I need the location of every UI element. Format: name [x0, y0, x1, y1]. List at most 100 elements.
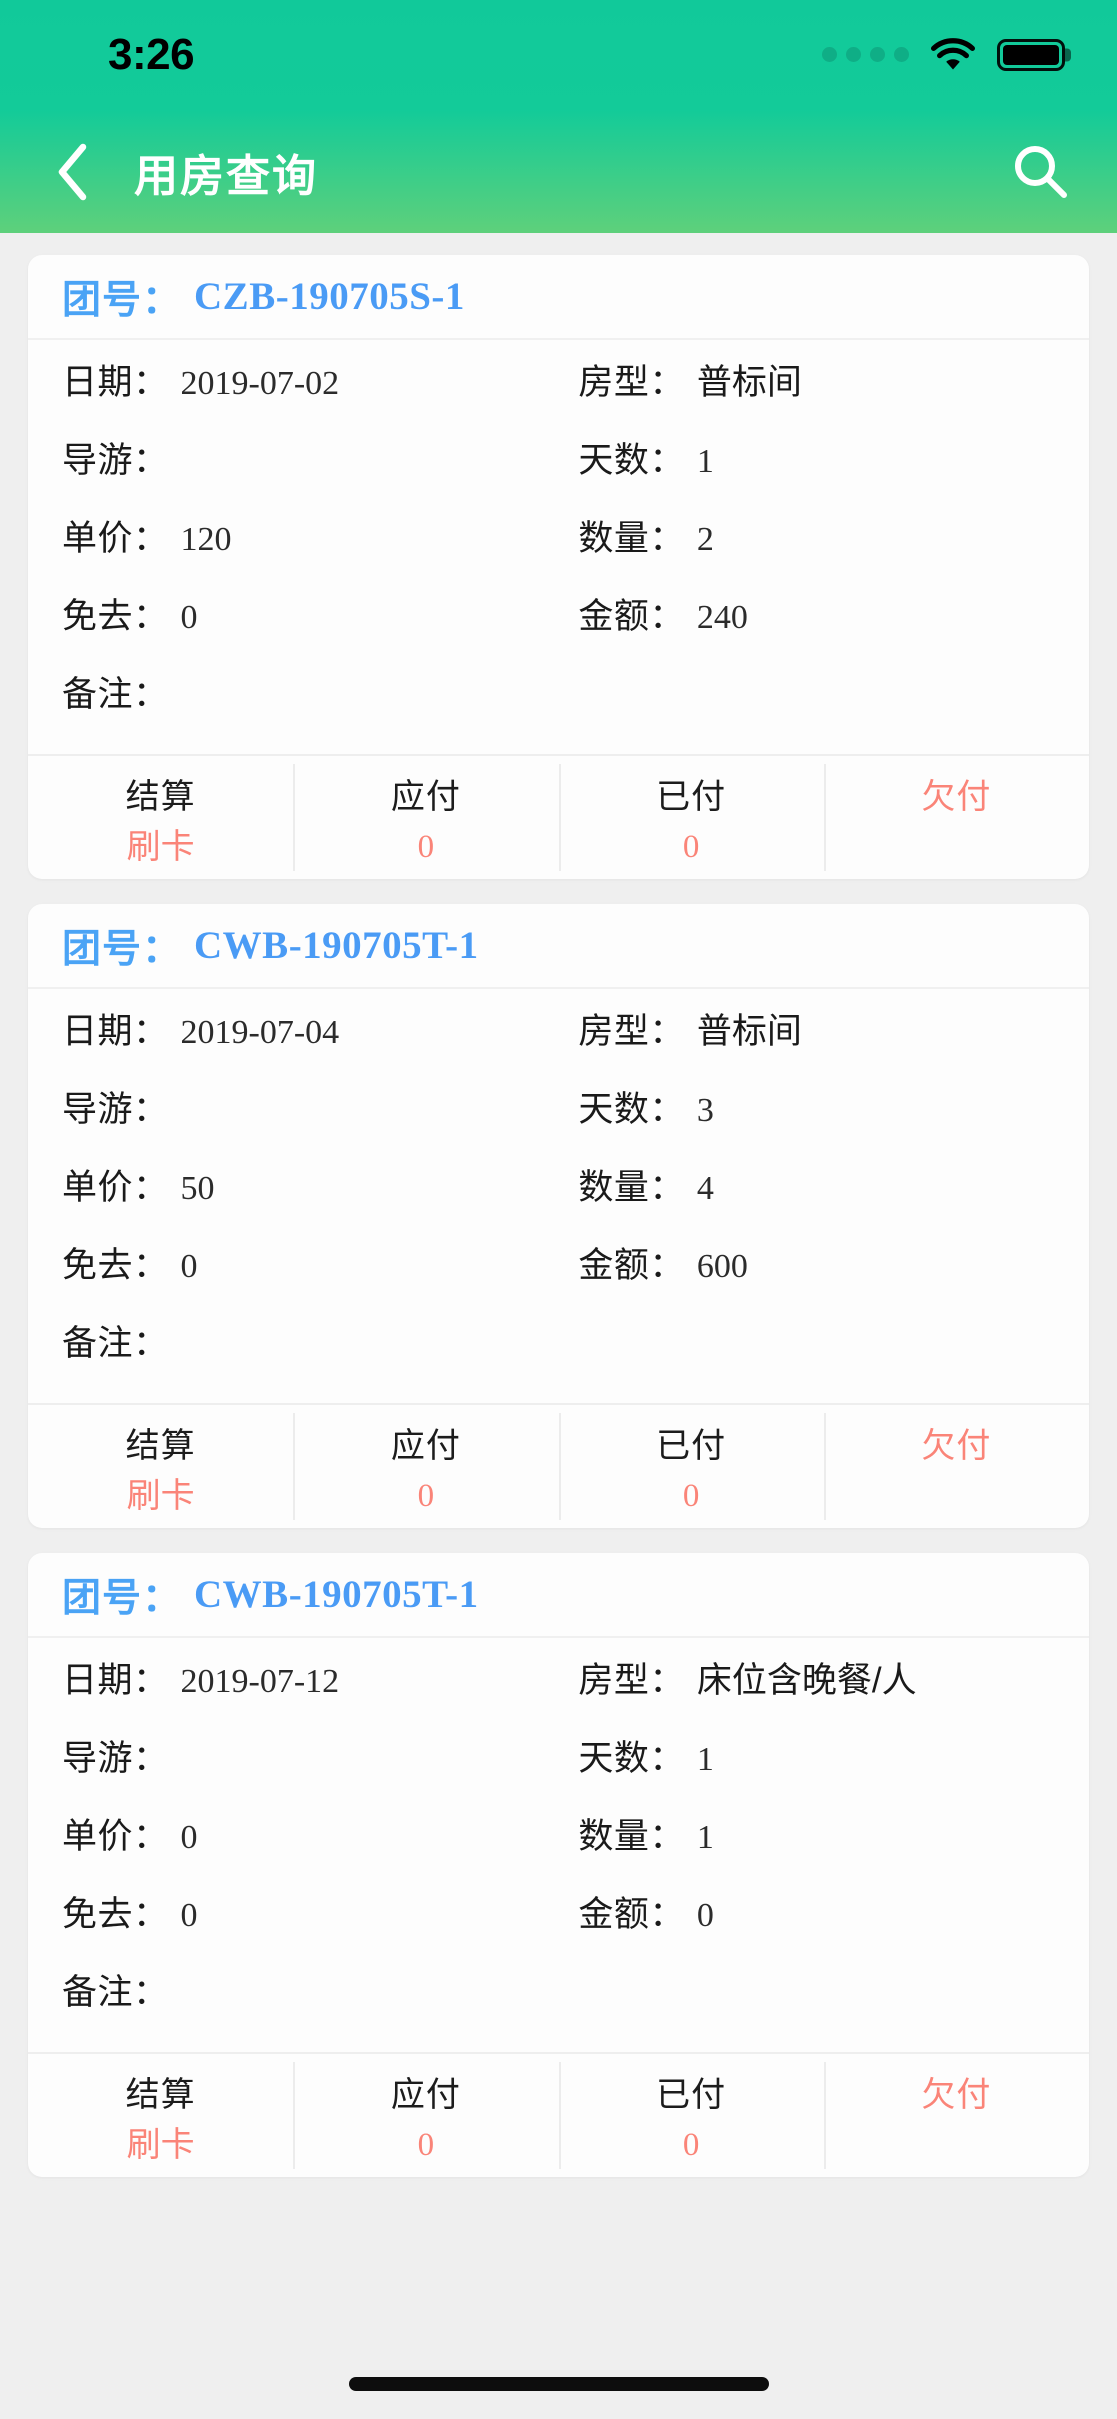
- remark-label: 备注：: [62, 675, 169, 714]
- payment-summary-row: 结算 刷卡 应付 0 已付 0 欠付: [28, 1403, 1089, 1528]
- payment-summary-row: 结算 刷卡 应付 0 已付 0 欠付: [28, 2052, 1089, 2177]
- payable-label: 应付: [390, 2076, 461, 2114]
- room-type-label: 房型：: [578, 1661, 685, 1700]
- search-icon: [1015, 145, 1067, 198]
- room-type-value: 普标间: [696, 363, 802, 402]
- payable-column[interactable]: 应付 0: [293, 1405, 558, 1528]
- room-record-list[interactable]: 团号： CZB-190705S-1 日期： 2019-07-02 房型： 普标间: [0, 233, 1117, 2349]
- quantity-label: 数量：: [578, 1168, 685, 1207]
- payable-column[interactable]: 应付 0: [293, 2054, 558, 2177]
- quantity-value: 2: [696, 521, 714, 558]
- settle-value: 刷卡: [126, 2126, 195, 2164]
- card-body: 日期： 2019-07-02 房型： 普标间 导游： 天数： 1 单价： 120…: [28, 340, 1089, 754]
- days-value: 3: [696, 1092, 714, 1129]
- page-title: 用房查询: [134, 151, 318, 201]
- group-no-label: 团号：: [62, 278, 183, 322]
- unit-price-value: 0: [180, 1819, 198, 1856]
- field-remark: 备注：: [62, 666, 1055, 717]
- room-type-value: 普标间: [696, 1012, 802, 1051]
- unpaid-column[interactable]: 欠付: [823, 2054, 1089, 2177]
- remark-label: 备注：: [62, 1973, 169, 2012]
- date-value: 2019-07-04: [180, 1014, 340, 1051]
- back-button[interactable]: [34, 134, 110, 210]
- field-days: 天数： 3: [578, 1081, 1055, 1132]
- date-label: 日期：: [62, 1661, 169, 1700]
- paid-column[interactable]: 已付 0: [558, 2054, 824, 2177]
- field-row-waived-amount: 免去： 0 金额： 0: [28, 1886, 1089, 1964]
- settle-label: 结算: [125, 778, 196, 816]
- card-header: 团号： CWB-190705T-1: [28, 1553, 1089, 1638]
- unpaid-column[interactable]: 欠付: [823, 756, 1089, 879]
- amount-value: 600: [696, 1248, 748, 1285]
- field-date: 日期： 2019-07-02: [62, 354, 578, 405]
- paid-value: 0: [682, 1478, 700, 1514]
- field-row-remark: 备注：: [28, 666, 1089, 744]
- field-amount: 金额： 600: [578, 1237, 1055, 1288]
- field-room-type: 房型： 床位含晚餐/人: [578, 1652, 1055, 1703]
- home-indicator[interactable]: [348, 2377, 769, 2391]
- payable-label: 应付: [390, 778, 461, 816]
- unit-price-value: 120: [180, 521, 232, 558]
- room-record-card[interactable]: 团号： CZB-190705S-1 日期： 2019-07-02 房型： 普标间: [28, 255, 1089, 879]
- field-remark: 备注：: [62, 1964, 1055, 2015]
- field-guide: 导游：: [62, 1081, 578, 1132]
- chevron-left-icon: [58, 143, 87, 200]
- days-value: 1: [696, 443, 714, 480]
- unpaid-column[interactable]: 欠付: [823, 1405, 1089, 1528]
- days-label: 天数：: [578, 1090, 685, 1129]
- room-record-card[interactable]: 团号： CWB-190705T-1 日期： 2019-07-04 房型： 普标间: [28, 904, 1089, 1528]
- settle-column[interactable]: 结算 刷卡: [28, 1405, 293, 1528]
- unit-price-value: 50: [180, 1170, 215, 1207]
- quantity-label: 数量：: [578, 519, 685, 558]
- field-room-type: 房型： 普标间: [578, 354, 1055, 405]
- group-no-value: CWB-190705T-1: [194, 924, 479, 967]
- unit-price-label: 单价：: [62, 519, 169, 558]
- field-remark: 备注：: [62, 1315, 1055, 1366]
- waived-label: 免去：: [62, 1895, 169, 1934]
- status-bar-icons: [822, 38, 1065, 72]
- field-row-guide-days: 导游： 天数： 1: [28, 1730, 1089, 1808]
- waived-value: 0: [180, 1248, 198, 1285]
- payable-column[interactable]: 应付 0: [293, 756, 558, 879]
- field-row-waived-amount: 免去： 0 金额： 600: [28, 1237, 1089, 1315]
- payable-label: 应付: [390, 1427, 461, 1465]
- battery-full-icon: [997, 39, 1065, 71]
- room-type-value: 床位含晚餐/人: [696, 1661, 917, 1700]
- room-type-label: 房型：: [578, 363, 685, 402]
- room-type-label: 房型：: [578, 1012, 685, 1051]
- date-label: 日期：: [62, 363, 169, 402]
- field-waived: 免去： 0: [62, 1886, 578, 1937]
- payment-summary-row: 结算 刷卡 应付 0 已付 0 欠付: [28, 754, 1089, 879]
- field-days: 天数： 1: [578, 432, 1055, 483]
- guide-label: 导游：: [62, 1090, 169, 1129]
- search-button[interactable]: [1001, 132, 1081, 212]
- unit-price-label: 单价：: [62, 1168, 169, 1207]
- field-quantity: 数量： 4: [578, 1159, 1055, 1210]
- amount-label: 金额：: [578, 1895, 685, 1934]
- field-guide: 导游：: [62, 1730, 578, 1781]
- paid-column[interactable]: 已付 0: [558, 756, 824, 879]
- room-record-card[interactable]: 团号： CWB-190705T-1 日期： 2019-07-12 房型： 床位含…: [28, 1553, 1089, 2177]
- field-row-date-roomtype: 日期： 2019-07-02 房型： 普标间: [28, 354, 1089, 432]
- unpaid-label: 欠付: [921, 1427, 992, 1465]
- app-screen: 3:26 用房查询 团号： CZB-190705S-1 日期： 2019-07-…: [0, 0, 1117, 2419]
- group-no-label: 团号：: [62, 1576, 183, 1620]
- field-row-guide-days: 导游： 天数： 1: [28, 432, 1089, 510]
- field-amount: 金额： 240: [578, 588, 1055, 639]
- field-amount: 金额： 0: [578, 1886, 1055, 1937]
- field-date: 日期： 2019-07-04: [62, 1003, 578, 1054]
- card-body: 日期： 2019-07-12 房型： 床位含晚餐/人 导游： 天数： 1 单价：…: [28, 1638, 1089, 2052]
- settle-column[interactable]: 结算 刷卡: [28, 756, 293, 879]
- field-quantity: 数量： 2: [578, 510, 1055, 561]
- days-label: 天数：: [578, 441, 685, 480]
- remark-label: 备注：: [62, 1324, 169, 1363]
- settle-column[interactable]: 结算 刷卡: [28, 2054, 293, 2177]
- date-value: 2019-07-12: [180, 1663, 340, 1700]
- days-value: 1: [696, 1741, 714, 1778]
- quantity-value: 4: [696, 1170, 714, 1207]
- settle-label: 结算: [125, 1427, 196, 1465]
- payable-value: 0: [417, 1478, 435, 1514]
- field-guide: 导游：: [62, 432, 578, 483]
- paid-column[interactable]: 已付 0: [558, 1405, 824, 1528]
- guide-label: 导游：: [62, 1739, 169, 1778]
